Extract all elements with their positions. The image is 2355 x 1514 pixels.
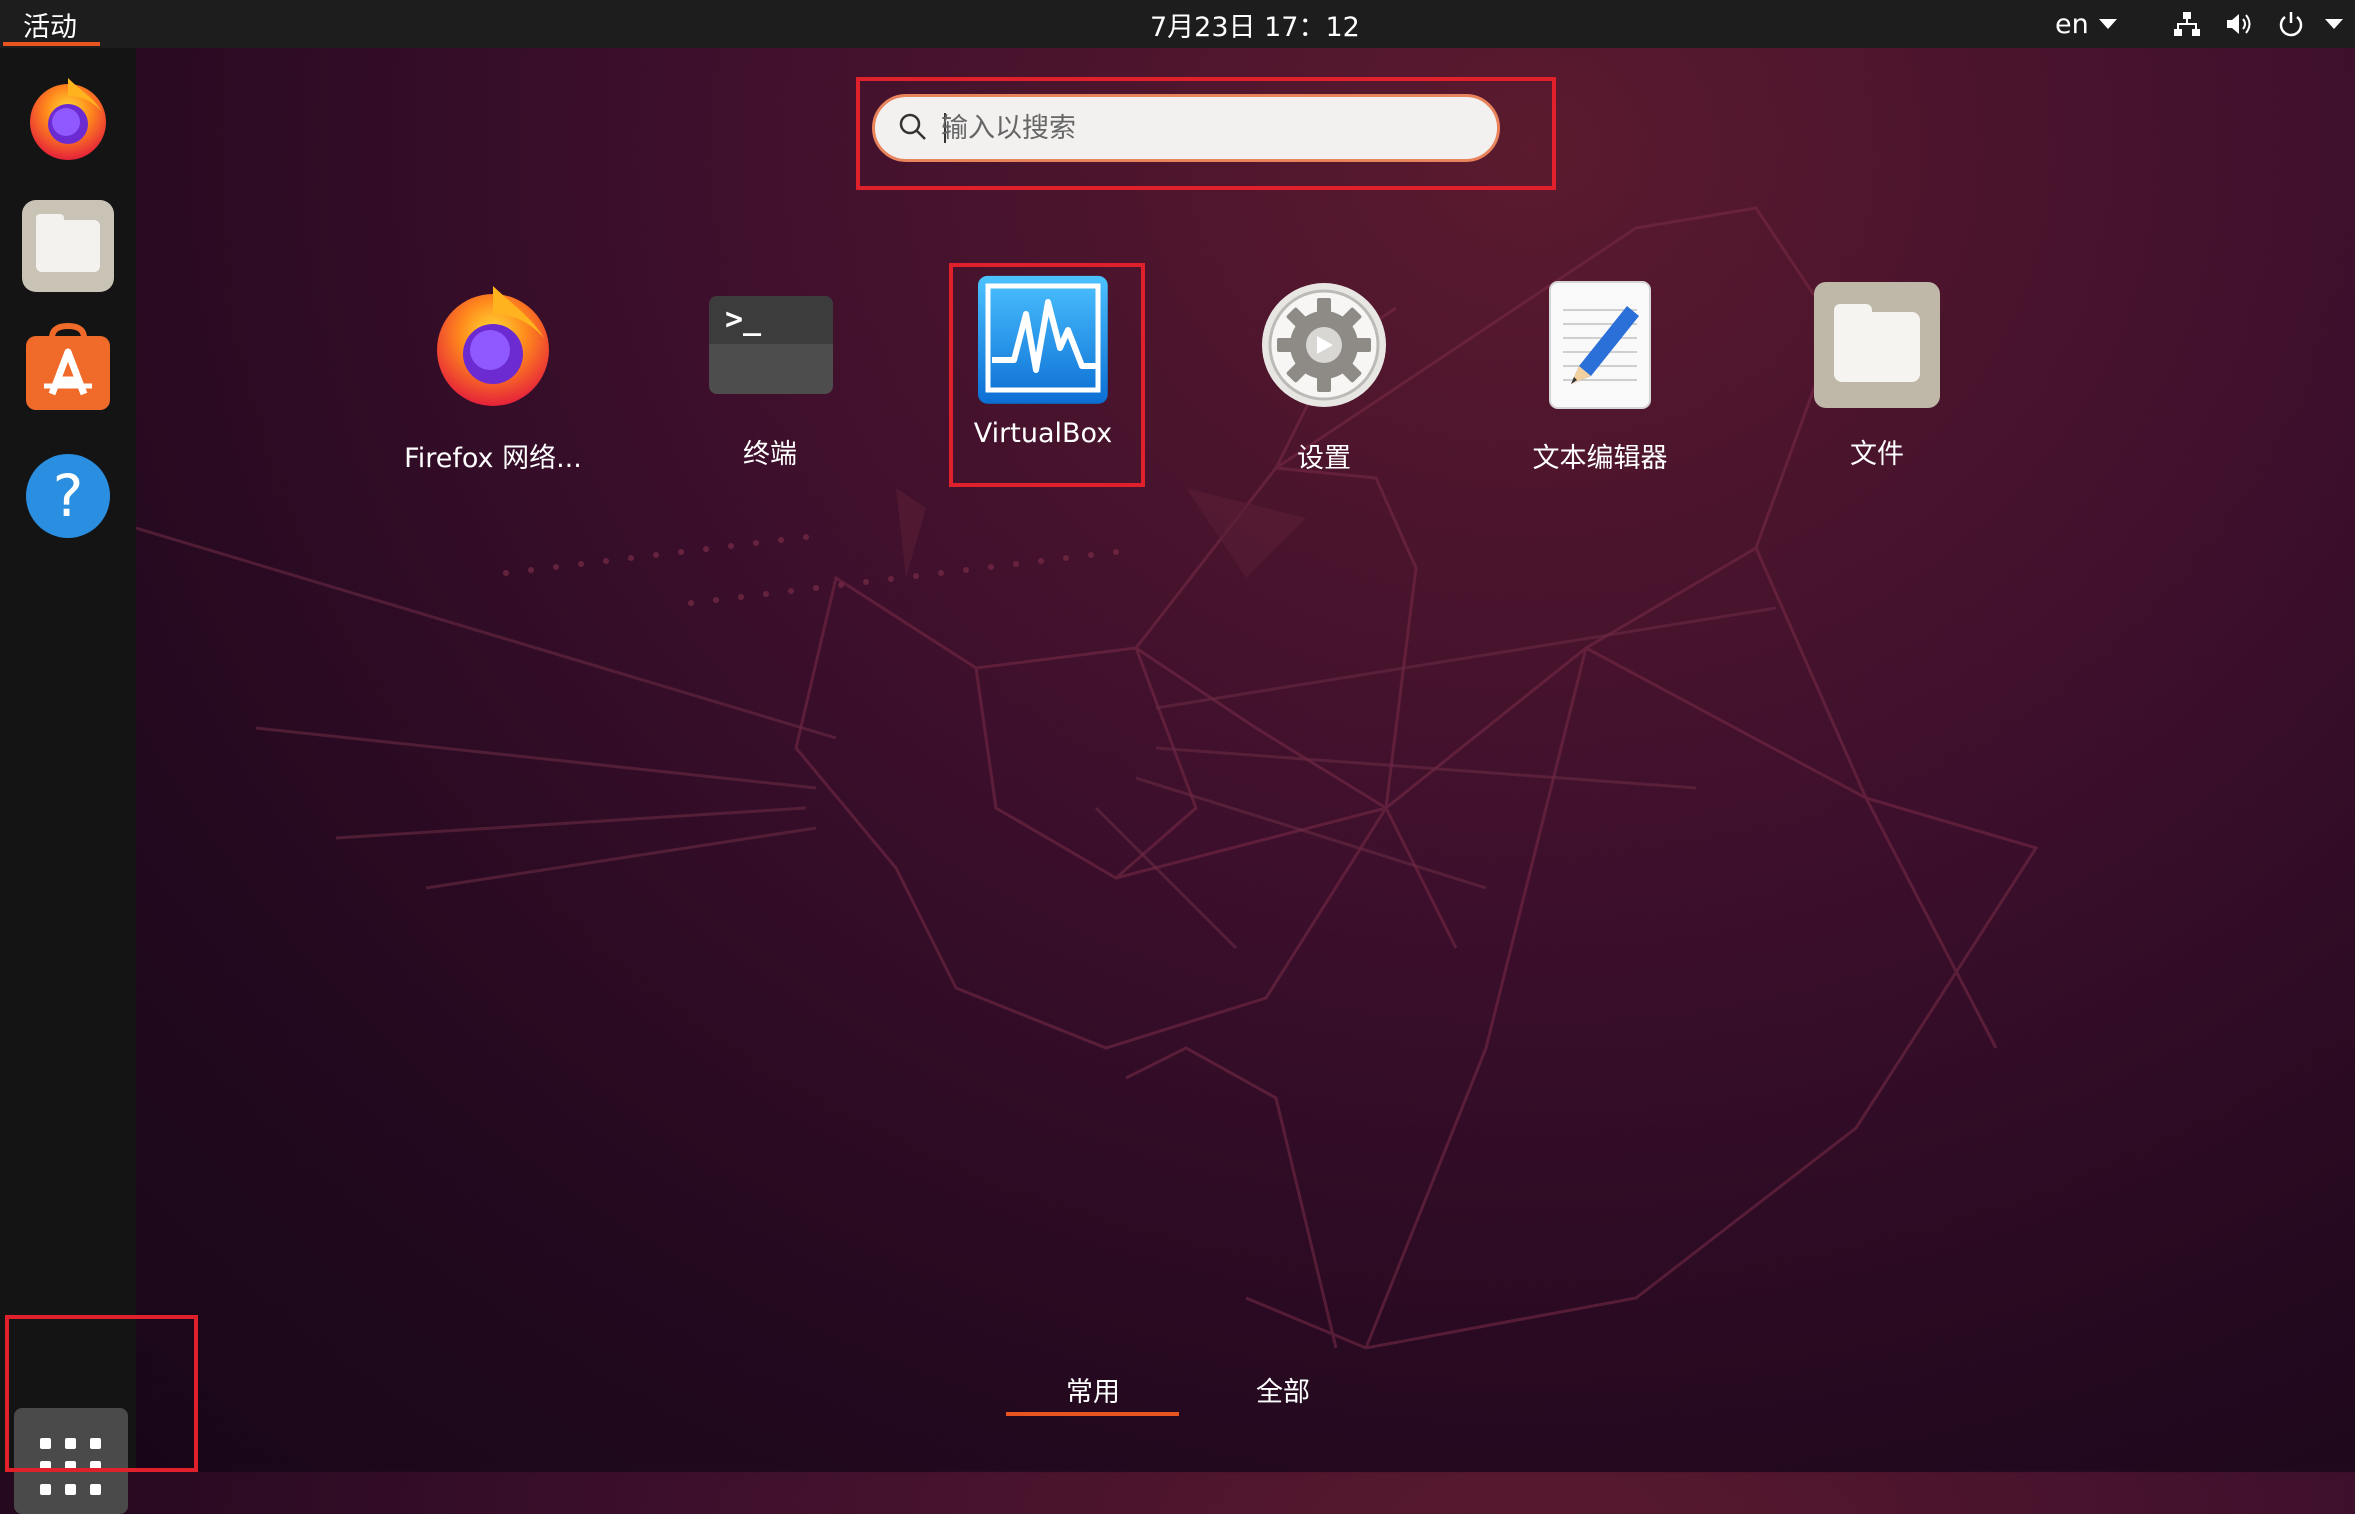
wallpaper-cat-lines <box>136 206 2039 1350</box>
app-terminal[interactable]: >_ 终端 <box>650 280 890 471</box>
settings-icon <box>1262 283 1386 407</box>
svg-text:?: ? <box>53 462 84 530</box>
app-files[interactable]: 文件 <box>1757 280 1997 471</box>
app-firefox[interactable]: Firefox 网络... <box>373 280 613 475</box>
network-icon[interactable] <box>2172 10 2202 38</box>
clock[interactable]: 7月23日 17：12 <box>1150 0 1360 48</box>
software-icon[interactable] <box>22 322 114 414</box>
app-label: 文本编辑器 <box>1532 443 1668 474</box>
firefox-icon <box>437 286 549 406</box>
text-editor-icon <box>1549 281 1651 409</box>
app-label: Firefox 网络... <box>404 443 582 474</box>
tab-active-indicator <box>1006 1412 1179 1416</box>
power-icon[interactable] <box>2276 10 2306 38</box>
input-language-menu[interactable]: en <box>2055 0 2117 48</box>
app-settings[interactable]: 设置 <box>1204 280 1444 475</box>
system-menu-chevron-icon[interactable] <box>2325 19 2343 29</box>
help-icon[interactable]: ? <box>22 450 114 542</box>
tab-frequent[interactable]: 常用 <box>1066 1370 1120 1409</box>
activities-button[interactable]: 活动 <box>0 0 100 48</box>
dock: ? <box>0 48 136 1514</box>
highlight-box-show-apps <box>5 1315 198 1472</box>
top-bar: 活动 7月23日 17：12 en <box>0 0 2355 48</box>
volume-icon[interactable] <box>2224 10 2254 38</box>
app-label: 终端 <box>743 439 797 470</box>
tab-all[interactable]: 全部 <box>1256 1370 1310 1409</box>
firefox-icon[interactable] <box>22 72 114 164</box>
terminal-icon: >_ <box>705 280 835 410</box>
highlight-box-search <box>856 77 1556 190</box>
app-label: 文件 <box>1850 439 1904 470</box>
app-text-editor[interactable]: 文本编辑器 <box>1480 280 1720 475</box>
files-icon[interactable] <box>22 200 114 292</box>
app-label: 设置 <box>1297 443 1351 474</box>
chevron-down-icon <box>2098 19 2117 29</box>
highlight-box-virtualbox <box>949 263 1145 487</box>
language-label: en <box>2055 8 2089 40</box>
files-icon <box>1812 280 1942 410</box>
